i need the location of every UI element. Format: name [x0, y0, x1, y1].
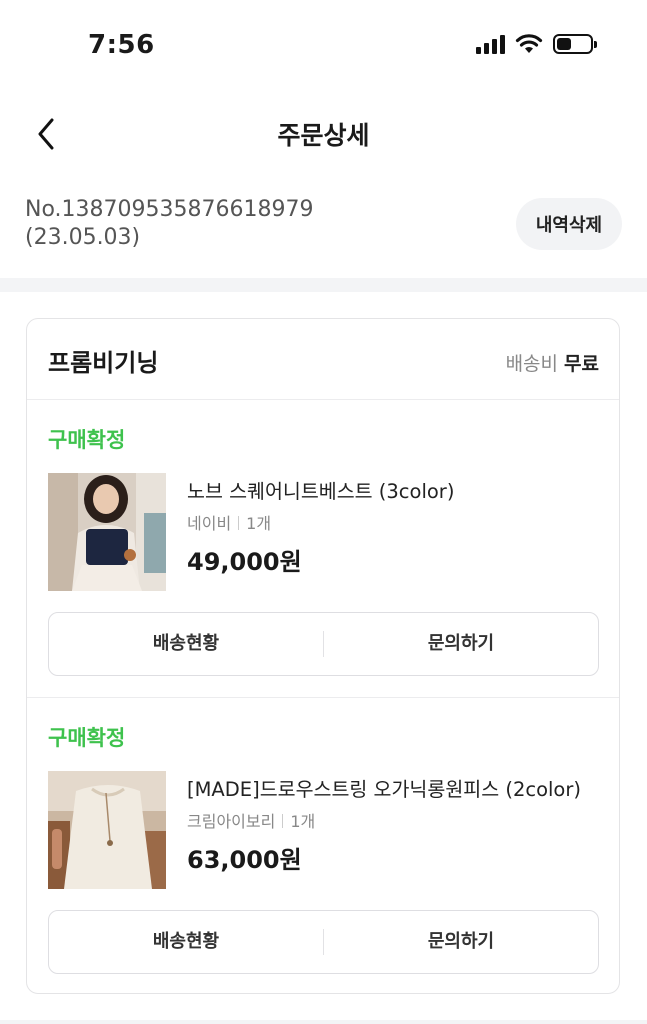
product-option: 크림아이보리 1개 [187, 808, 315, 832]
inquiry-button[interactable]: 문의하기 [324, 911, 598, 973]
option-value: 네이비 [187, 514, 232, 533]
signal-icon [476, 34, 505, 54]
shipping-fee: 배송비 무료 [506, 349, 599, 376]
battery-fill [557, 38, 571, 50]
quantity-value: 1개 [246, 514, 272, 533]
option-separator [238, 516, 240, 530]
shipping-label: 배송비 [505, 353, 559, 375]
inquiry-button[interactable]: 문의하기 [324, 613, 598, 675]
order-card: 프롬비기닝 배송비 무료 구매확정 노브 스퀘어니트베스트 (3color) 네이… [26, 318, 620, 994]
product-option: 네이비 1개 [187, 510, 271, 534]
status-icons [476, 34, 597, 54]
option-value: 크림아이보리 [187, 812, 276, 831]
item-actions: 배송현황 문의하기 [48, 612, 599, 676]
bottom-divider [0, 1020, 647, 1024]
quantity-value: 1개 [290, 812, 316, 831]
delivery-status-button[interactable]: 배송현황 [49, 613, 323, 675]
item-actions: 배송현황 문의하기 [48, 910, 599, 974]
order-item: 구매확정 [MADE]드로우스트링 오가닉롱원피스 (2color) 크림아이보… [27, 697, 619, 993]
product-price: 49,000원 [187, 548, 302, 576]
status-time: 7:56 [88, 30, 155, 60]
product-thumbnail[interactable] [48, 473, 166, 591]
product-thumbnail[interactable] [48, 771, 166, 889]
order-number: No.138709535876618979 [25, 197, 314, 222]
status-bar: 7:56 [0, 0, 647, 96]
product-price: 63,000원 [187, 846, 302, 874]
shipping-value: 무료 [564, 353, 599, 375]
option-separator [282, 814, 284, 828]
shop-name[interactable]: 프롬비기닝 [48, 343, 158, 378]
nav-bar: 주문상세 [0, 96, 647, 172]
item-status: 구매확정 [48, 726, 126, 750]
delivery-status-button[interactable]: 배송현황 [49, 911, 323, 973]
order-date: (23.05.03) [25, 225, 141, 250]
order-item: 구매확정 노브 스퀘어니트베스트 (3color) 네이비 1개 49,000원 … [27, 400, 619, 697]
shop-header: 프롬비기닝 배송비 무료 [27, 319, 619, 400]
product-name[interactable]: [MADE]드로우스트링 오가닉롱원피스 (2color) [187, 773, 581, 802]
item-status: 구매확정 [48, 428, 126, 452]
delete-history-button[interactable]: 내역삭제 [516, 198, 622, 250]
battery-icon [553, 34, 597, 54]
section-divider [0, 278, 647, 292]
wifi-icon [515, 34, 543, 53]
page-title: 주문상세 [277, 121, 370, 150]
order-info: No.138709535876618979 (23.05.03) [25, 196, 313, 252]
product-name[interactable]: 노브 스퀘어니트베스트 (3color) [187, 475, 454, 504]
